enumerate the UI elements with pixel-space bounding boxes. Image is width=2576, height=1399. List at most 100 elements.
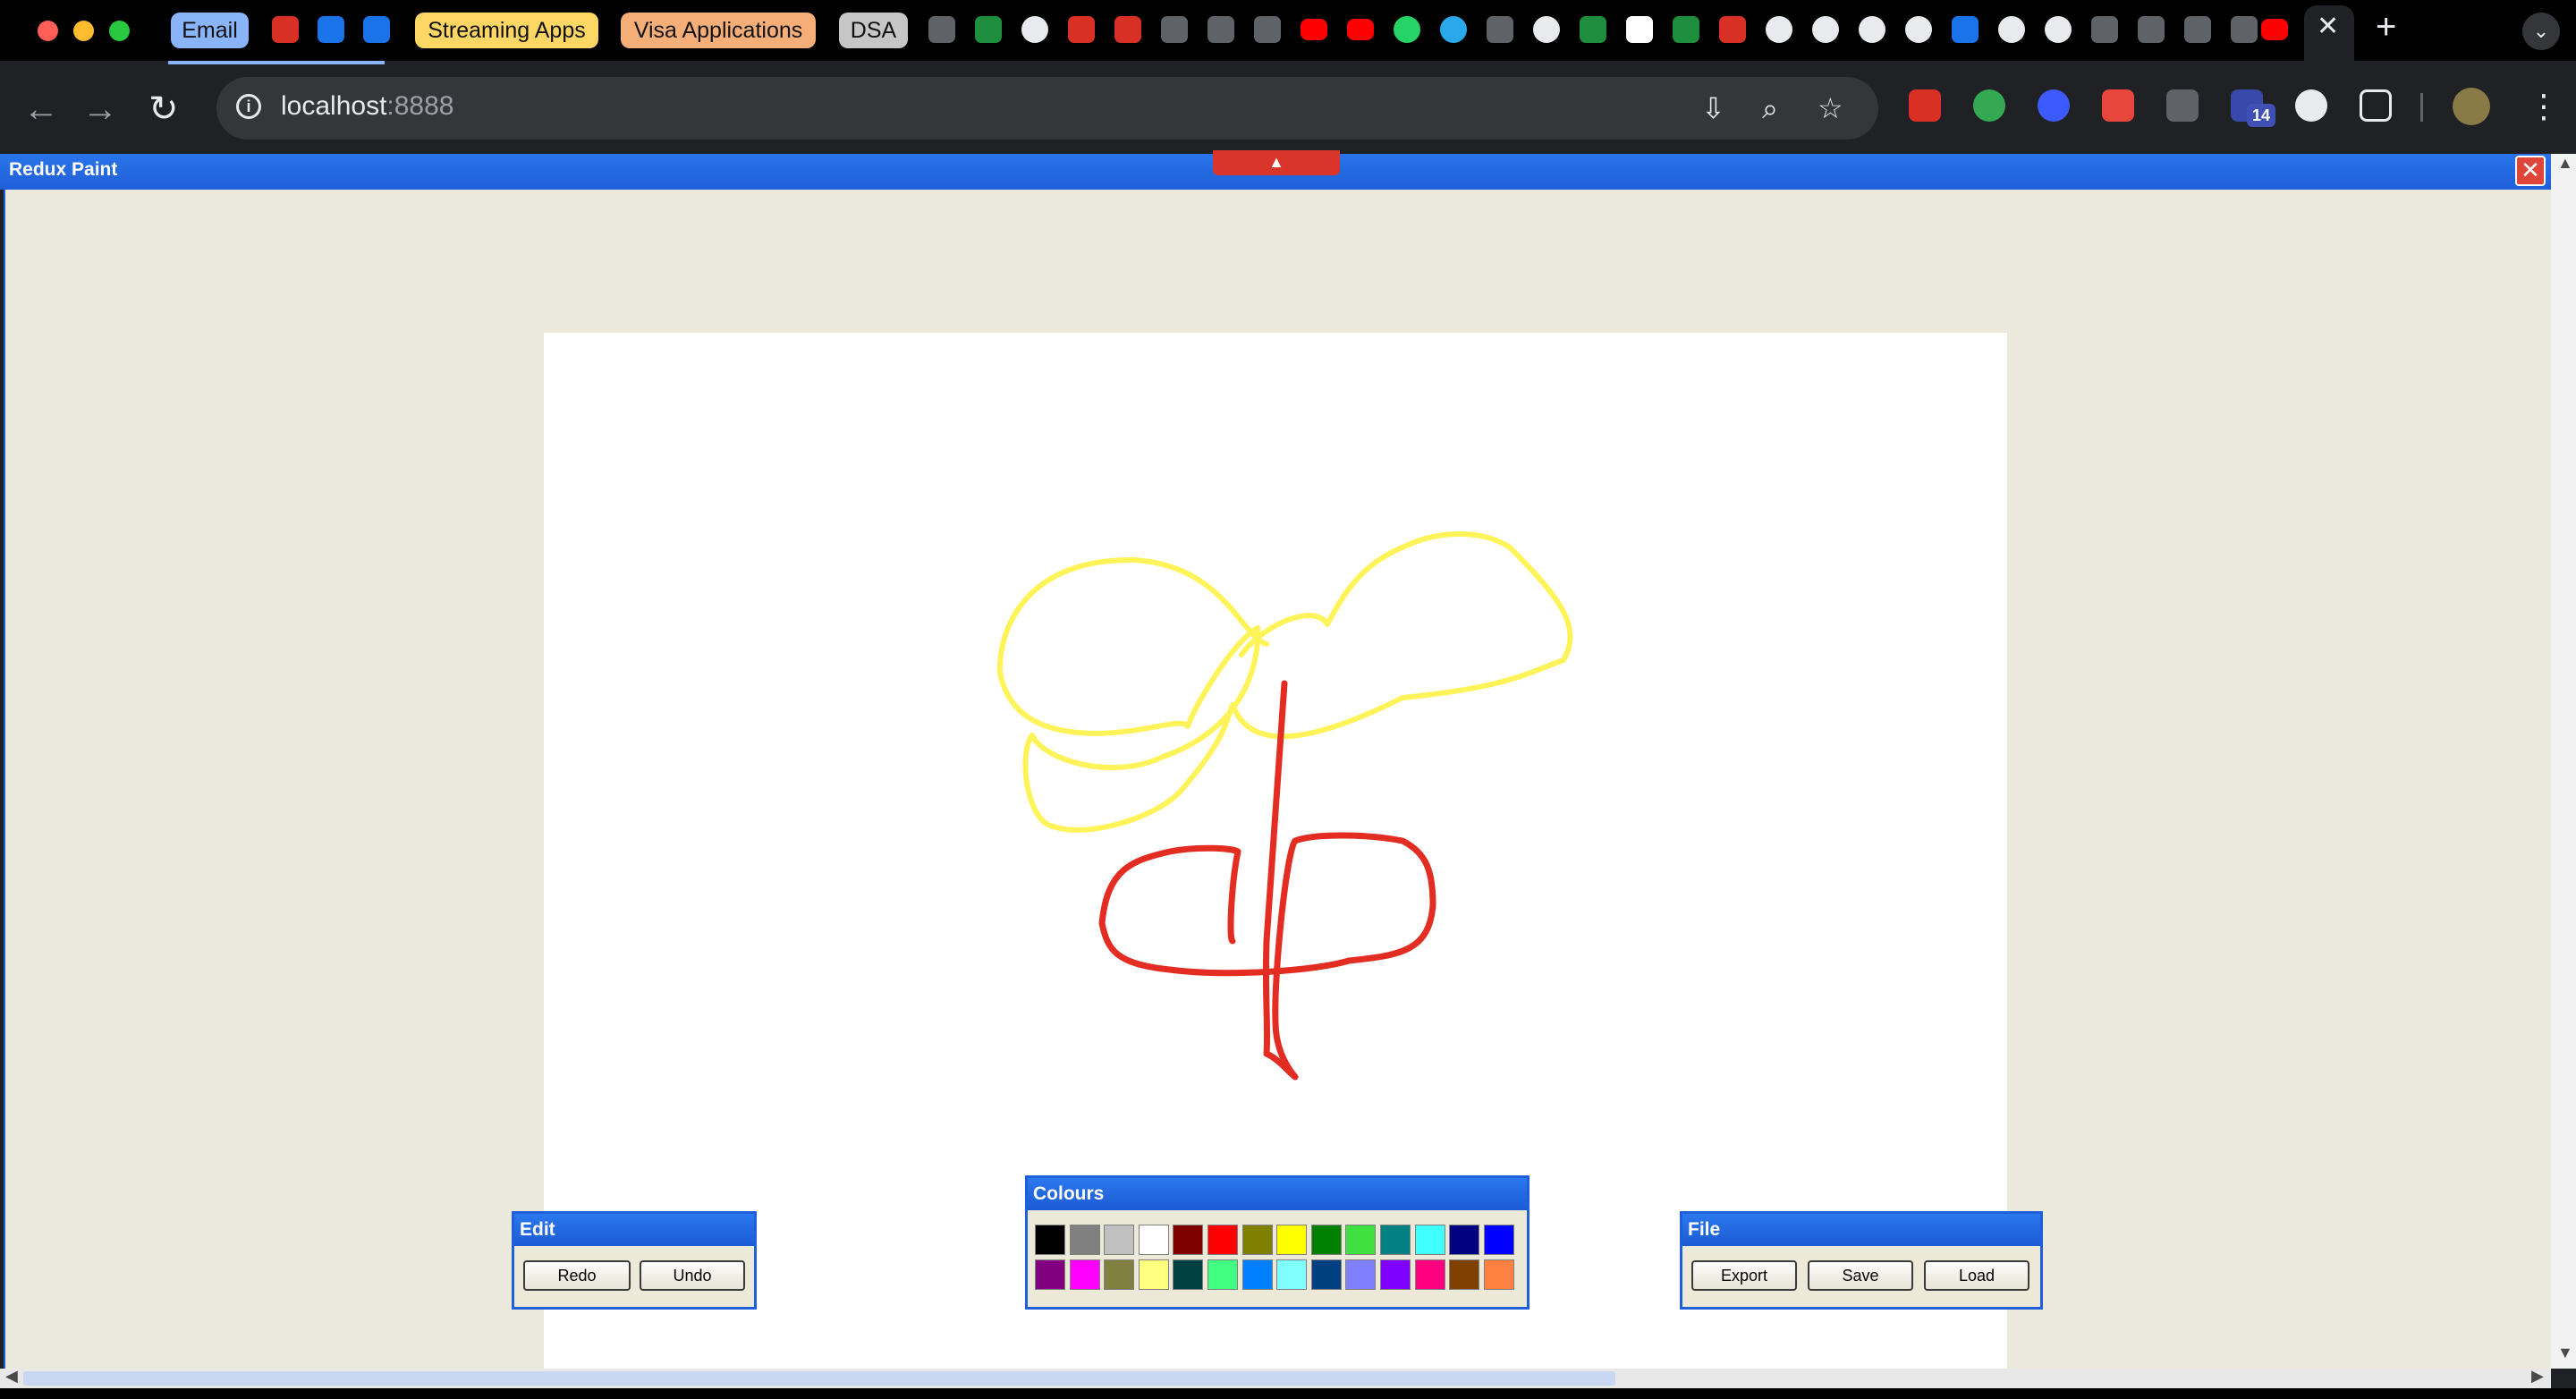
zoom-icon[interactable]: ⌕ bbox=[1762, 93, 1778, 123]
tab-group-visa-applications[interactable]: Visa Applications bbox=[621, 13, 816, 48]
github-icon[interactable] bbox=[1533, 16, 1560, 43]
colour-swatch[interactable] bbox=[1483, 1259, 1514, 1290]
bookmark-star-icon[interactable]: ☆ bbox=[1818, 93, 1843, 123]
tab-icon[interactable] bbox=[1812, 16, 1839, 43]
reddit-icon[interactable] bbox=[1068, 16, 1095, 43]
redo-button[interactable]: Redo bbox=[523, 1260, 631, 1291]
github-icon[interactable] bbox=[2045, 16, 2072, 43]
extension-icon[interactable] bbox=[2295, 89, 2327, 122]
colour-swatch[interactable] bbox=[1276, 1259, 1308, 1290]
colour-swatch[interactable] bbox=[1345, 1259, 1377, 1290]
reload-icon[interactable]: ↻ bbox=[148, 88, 179, 131]
window-zoom-button[interactable] bbox=[109, 21, 130, 41]
github-icon[interactable] bbox=[1766, 16, 1792, 43]
github-icon[interactable] bbox=[1021, 16, 1048, 43]
close-tab-icon[interactable]: ✕ bbox=[2317, 11, 2339, 42]
colour-swatch[interactable] bbox=[1241, 1225, 1273, 1255]
colour-swatch[interactable] bbox=[1035, 1259, 1065, 1290]
youtube-icon[interactable] bbox=[1347, 19, 1374, 40]
horizontal-scroll-thumb[interactable] bbox=[23, 1371, 1615, 1386]
tab-icon[interactable] bbox=[1719, 16, 1746, 43]
extension-icon[interactable] bbox=[1973, 89, 2005, 122]
url-text[interactable]: localhost:8888 bbox=[281, 91, 453, 122]
telegram-icon[interactable] bbox=[1440, 16, 1467, 43]
window-minimize-button[interactable] bbox=[73, 21, 94, 41]
install-app-icon[interactable]: ⇩ bbox=[1701, 93, 1725, 123]
whatsapp-icon[interactable] bbox=[1394, 16, 1420, 43]
tab-group-email[interactable]: Email bbox=[171, 13, 249, 48]
notion-icon[interactable] bbox=[1626, 16, 1653, 43]
extension-icon[interactable] bbox=[1909, 89, 1941, 122]
vertical-scrollbar[interactable]: ▲ ▼ bbox=[2551, 154, 2576, 1369]
tab-icon[interactable] bbox=[1952, 16, 1979, 43]
tab-icon[interactable] bbox=[1487, 16, 1513, 43]
site-info-icon[interactable]: i bbox=[236, 94, 261, 119]
tab-icon[interactable] bbox=[1580, 16, 1606, 43]
tab-search-chevron-icon[interactable]: ⌄ bbox=[2522, 13, 2560, 50]
colour-swatch[interactable] bbox=[1345, 1225, 1377, 1255]
youtube-icon[interactable] bbox=[1301, 19, 1327, 40]
browser-menu-icon[interactable]: ⋮ bbox=[2528, 88, 2560, 125]
ublock-icon[interactable] bbox=[2166, 89, 2199, 122]
tab-icon[interactable] bbox=[1208, 16, 1234, 43]
colour-swatch[interactable] bbox=[1035, 1225, 1065, 1255]
scroll-left-arrow-icon[interactable]: ◀ bbox=[5, 1367, 18, 1386]
save-button[interactable]: Save bbox=[1808, 1260, 1913, 1291]
back-arrow-icon[interactable]: ← bbox=[23, 88, 59, 131]
new-tab-icon[interactable]: + bbox=[2376, 7, 2396, 47]
colour-swatch[interactable] bbox=[1173, 1259, 1204, 1290]
tab-icon[interactable] bbox=[2231, 16, 2258, 43]
colour-swatch[interactable] bbox=[1104, 1259, 1135, 1290]
tab-group-streaming-apps[interactable]: Streaming Apps bbox=[415, 13, 598, 48]
address-bar[interactable]: i localhost:8888 ⇩ ⌕ ☆ bbox=[216, 77, 1878, 140]
colour-swatch[interactable] bbox=[1241, 1259, 1273, 1290]
colour-swatch[interactable] bbox=[1208, 1259, 1238, 1290]
tab-group-dsa[interactable]: DSA bbox=[839, 13, 908, 48]
scroll-right-arrow-icon[interactable]: ▶ bbox=[2531, 1367, 2544, 1386]
colour-swatch[interactable] bbox=[1414, 1259, 1445, 1290]
tab-icon[interactable] bbox=[2184, 16, 2211, 43]
colour-swatch[interactable] bbox=[1138, 1259, 1169, 1290]
scroll-up-arrow-icon[interactable]: ▲ bbox=[2557, 154, 2573, 173]
window-close-button[interactable] bbox=[38, 21, 58, 41]
outlook-icon[interactable] bbox=[363, 16, 390, 43]
colour-swatch[interactable] bbox=[1380, 1225, 1411, 1255]
undo-button[interactable]: Undo bbox=[640, 1260, 745, 1291]
profile-avatar[interactable] bbox=[2453, 88, 2490, 125]
horizontal-scrollbar[interactable]: ◀ ▶ bbox=[0, 1367, 2551, 1388]
asterisk-icon[interactable] bbox=[1114, 16, 1141, 43]
app-close-button[interactable]: ✕ bbox=[2515, 156, 2546, 186]
forward-arrow-icon[interactable]: → bbox=[82, 88, 118, 131]
colour-swatch[interactable] bbox=[1104, 1225, 1135, 1255]
colour-swatch[interactable] bbox=[1449, 1259, 1480, 1290]
colour-swatch[interactable] bbox=[1276, 1225, 1308, 1255]
sheets-icon[interactable] bbox=[1673, 16, 1699, 43]
github-icon[interactable] bbox=[1905, 16, 1932, 43]
github-icon[interactable] bbox=[1859, 16, 1885, 43]
tab-icon[interactable] bbox=[2091, 16, 2118, 43]
extension-icon[interactable] bbox=[2102, 89, 2134, 122]
colour-swatch[interactable] bbox=[1449, 1225, 1480, 1255]
colour-swatch[interactable] bbox=[1310, 1225, 1342, 1255]
scroll-down-arrow-icon[interactable]: ▼ bbox=[2557, 1344, 2573, 1362]
gmail-icon[interactable] bbox=[272, 16, 299, 43]
colour-swatch[interactable] bbox=[1414, 1225, 1445, 1255]
x-icon[interactable] bbox=[1161, 16, 1188, 43]
colour-swatch[interactable] bbox=[1208, 1225, 1238, 1255]
mail-icon[interactable] bbox=[318, 16, 344, 43]
youtube-icon[interactable] bbox=[2261, 19, 2288, 40]
colour-swatch[interactable] bbox=[1138, 1225, 1169, 1255]
export-button[interactable]: Export bbox=[1691, 1260, 1797, 1291]
openai-icon[interactable] bbox=[928, 16, 955, 43]
colour-swatch[interactable] bbox=[1173, 1225, 1204, 1255]
collapse-tab-icon[interactable]: ▲ bbox=[1213, 150, 1340, 175]
colour-swatch[interactable] bbox=[1310, 1259, 1342, 1290]
colour-swatch[interactable] bbox=[1380, 1259, 1411, 1290]
extension-icon[interactable] bbox=[2038, 89, 2070, 122]
github-icon[interactable] bbox=[1998, 16, 2025, 43]
tab-icon[interactable] bbox=[2138, 16, 2165, 43]
colour-swatch[interactable] bbox=[1069, 1225, 1100, 1255]
mongodb-icon[interactable] bbox=[975, 16, 1002, 43]
colour-swatch[interactable] bbox=[1069, 1259, 1100, 1290]
tab-icon[interactable] bbox=[1254, 16, 1281, 43]
